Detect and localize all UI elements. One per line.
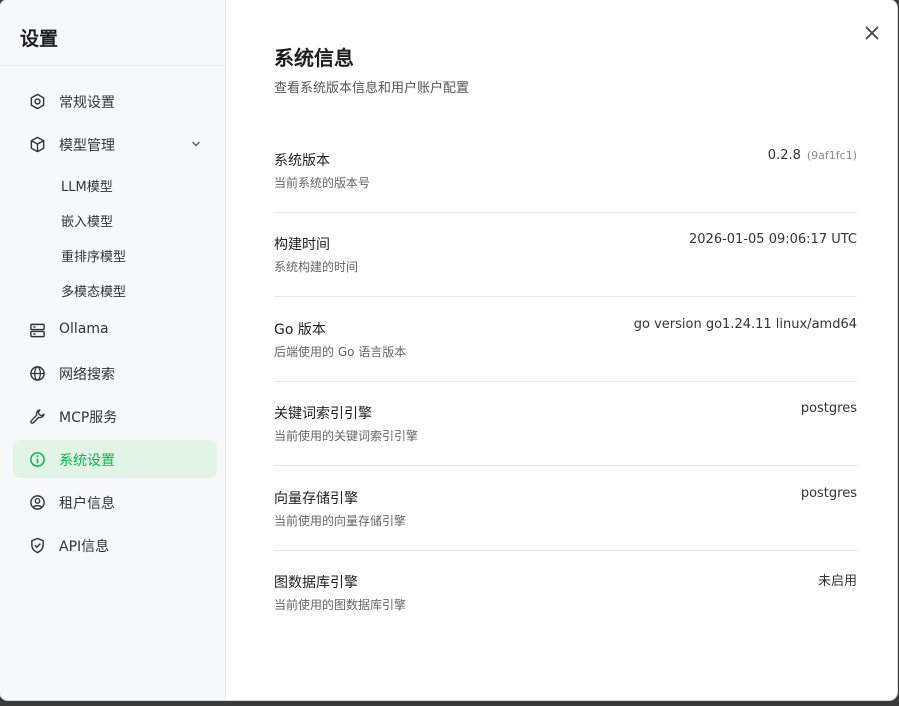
- info-value: 2026-01-05 09:06:17 UTC: [689, 232, 857, 247]
- sidebar-item-label: API信息: [59, 539, 110, 555]
- info-label: 构建时间: [274, 237, 330, 253]
- user-circle-icon: [30, 495, 45, 510]
- sidebar: 设置 常规设置 模型管理 LLM模型 嵌入模型 重排序模型 多模态模型 Olla…: [0, 0, 226, 700]
- commit-hash: (9af1fc1): [806, 149, 857, 162]
- sidebar-subitem-rerank[interactable]: 重排序模型: [61, 246, 126, 265]
- sidebar-item-api[interactable]: API信息: [13, 526, 217, 564]
- globe-icon: [30, 366, 45, 381]
- page-subtitle: 查看系统版本信息和用户账户配置: [274, 81, 470, 96]
- sidebar-item-label: 租户信息: [59, 496, 115, 512]
- info-desc: 当前使用的向量存储引擎: [274, 514, 407, 528]
- sidebar-subitem-llm[interactable]: LLM模型: [61, 176, 113, 195]
- sidebar-item-model-management[interactable]: 模型管理: [13, 125, 217, 163]
- info-desc: 系统构建的时间: [274, 260, 359, 274]
- info-label: 系统版本: [274, 153, 330, 169]
- info-row-go-version: Go 版本 后端使用的 Go 语言版本 go version go1.24.11…: [274, 297, 857, 382]
- info-row-build-time: 构建时间 系统构建的时间 2026-01-05 09:06:17 UTC: [274, 212, 857, 297]
- info-row-system-version: 系统版本 当前系统的版本号 0.2.8 (9af1fc1): [274, 128, 857, 213]
- sidebar-item-system-settings[interactable]: 系统设置: [13, 440, 217, 478]
- close-icon[interactable]: [861, 22, 883, 44]
- info-value: 0.2.8 (9af1fc1): [768, 148, 857, 163]
- info-label: 图数据库引擎: [274, 575, 358, 591]
- info-value: postgres: [800, 486, 857, 501]
- sidebar-item-web-search[interactable]: 网络搜索: [13, 354, 217, 392]
- info-desc: 后端使用的 Go 语言版本: [274, 345, 407, 359]
- sidebar-item-mcp[interactable]: MCP服务: [13, 397, 217, 435]
- main-content: 系统信息 查看系统版本信息和用户账户配置 系统版本 当前系统的版本号 0.2.8…: [226, 0, 897, 700]
- sidebar-item-label: 模型管理: [59, 138, 115, 154]
- sidebar-title: 设置: [20, 28, 59, 50]
- info-value: postgres: [800, 401, 857, 416]
- sidebar-subitem-embedding[interactable]: 嵌入模型: [61, 211, 113, 230]
- info-label: 关键词索引引擎: [274, 406, 372, 422]
- sidebar-item-tenant[interactable]: 租户信息: [13, 483, 217, 521]
- sidebar-item-label: 系统设置: [59, 453, 115, 469]
- info-value: 未启用: [817, 574, 857, 589]
- chevron-down-icon: [192, 141, 200, 147]
- info-label: Go 版本: [274, 322, 326, 338]
- page-title: 系统信息: [274, 46, 354, 70]
- settings-dialog: 设置 常规设置 模型管理 LLM模型 嵌入模型 重排序模型 多模态模型 Olla…: [0, 0, 897, 700]
- info-desc: 当前系统的版本号: [274, 176, 371, 190]
- sidebar-item-general[interactable]: 常规设置: [13, 82, 217, 120]
- cube-icon: [30, 136, 45, 153]
- info-desc: 当前使用的图数据库引擎: [274, 598, 407, 612]
- info-value: go version go1.24.11 linux/amd64: [633, 317, 857, 332]
- sidebar-item-label: 网络搜索: [59, 367, 115, 383]
- info-label: 向量存储引擎: [274, 491, 358, 507]
- settings-hexagon-icon: [30, 93, 45, 110]
- shield-check-icon: [31, 537, 44, 554]
- sidebar-item-label: 常规设置: [59, 95, 115, 111]
- sidebar-subitem-multimodal[interactable]: 多模态模型: [61, 281, 126, 300]
- info-row-keyword-engine: 关键词索引引擎 当前使用的关键词索引引擎 postgres: [274, 381, 857, 466]
- version-number: 0.2.8: [767, 148, 801, 163]
- info-row-vector-engine: 向量存储引擎 当前使用的向量存储引擎 postgres: [274, 466, 857, 551]
- info-desc: 当前使用的关键词索引引擎: [274, 429, 419, 443]
- sidebar-item-label: Ollama: [59, 321, 109, 337]
- sidebar-item-label: MCP服务: [59, 410, 118, 426]
- info-circle-icon: [30, 452, 45, 467]
- wrench-icon: [30, 409, 45, 424]
- sidebar-divider: [0, 65, 225, 66]
- server-icon: [30, 323, 45, 338]
- info-row-graph-engine: 图数据库引擎 当前使用的图数据库引擎 未启用: [274, 550, 857, 634]
- sidebar-item-ollama[interactable]: Ollama: [13, 311, 217, 349]
